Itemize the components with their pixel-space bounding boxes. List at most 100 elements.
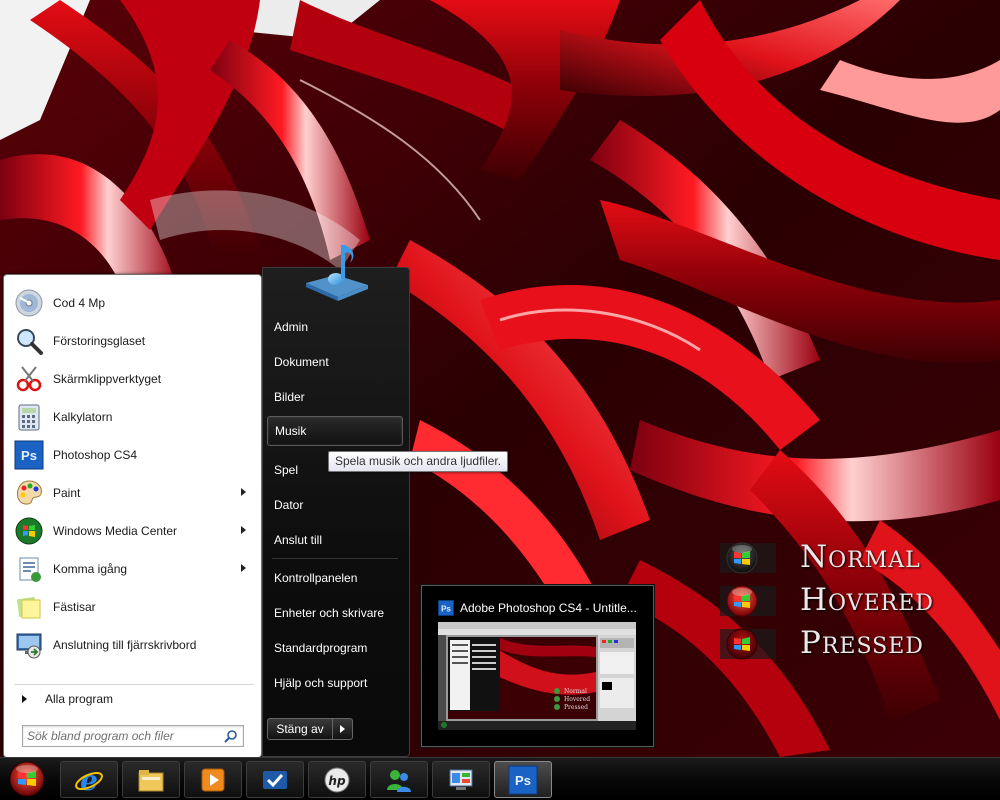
places-item-music[interactable]: Musik: [267, 416, 403, 446]
program-item-cod4mp[interactable]: Cod 4 Mp: [10, 285, 256, 321]
orb-legend-pressed: Pressed: [718, 623, 924, 663]
program-label: Photoshop CS4: [53, 448, 138, 462]
places-item-pictures[interactable]: Bilder: [267, 382, 403, 412]
thumbnail-title: Ps Adobe Photoshop CS4 - Untitle...: [438, 600, 637, 616]
internet-explorer-icon: e: [75, 765, 103, 795]
hp-icon: hp: [324, 767, 350, 792]
photoshop-icon: Ps: [508, 765, 538, 794]
svg-text:hp: hp: [328, 774, 346, 788]
preview-legend-normal: Normal: [564, 688, 587, 695]
taskbar-button-photoshop[interactable]: Ps: [494, 761, 552, 798]
places-item-computer[interactable]: Dator: [267, 490, 403, 520]
media-center-icon: [13, 515, 45, 547]
svg-text:Ps: Ps: [441, 605, 451, 614]
checkmark-app-icon: [263, 770, 287, 789]
program-item-snipping-tool[interactable]: Skärmklippverktyget: [10, 361, 256, 397]
program-item-sticky-notes[interactable]: Fästisar: [10, 589, 256, 625]
svg-text:e: e: [80, 765, 98, 795]
shutdown-label: Stäng av: [276, 722, 324, 736]
start-orb-button[interactable]: [4, 758, 52, 800]
taskbar-button-explorer[interactable]: [122, 761, 180, 798]
preview-legend-hovered: Hovered: [564, 696, 590, 703]
shutdown-group: Stäng av: [267, 718, 353, 740]
program-item-paint[interactable]: Paint: [10, 475, 256, 511]
program-label: Komma igång: [53, 562, 128, 576]
places-item-documents[interactable]: Dokument: [267, 347, 403, 377]
program-item-photoshop[interactable]: Ps Photoshop CS4: [10, 437, 256, 473]
taskbar-button-checkmark-app[interactable]: [246, 761, 304, 798]
taskbar: e hp Ps: [0, 757, 1000, 800]
tooltip: Spela musik och andra ljudfiler.: [328, 451, 509, 472]
legend-label-pressed: Pressed: [800, 625, 924, 661]
arrow-right-icon: [22, 695, 27, 703]
media-player-icon: [201, 768, 225, 791]
divider: [14, 684, 254, 685]
places-item-devices-printers[interactable]: Enheter och skrivare: [267, 598, 403, 628]
orb-legend-hovered: Hovered: [718, 580, 934, 620]
taskbar-button-internet-explorer[interactable]: e: [60, 761, 118, 798]
remote-desktop-icon: [13, 629, 45, 661]
program-label: Cod 4 Mp: [53, 296, 106, 310]
calculator-icon: [13, 401, 45, 433]
svg-text:Ps: Ps: [21, 448, 37, 463]
places-item-help-support[interactable]: Hjälp och support: [267, 668, 403, 698]
program-label: Anslutning till fjärrskrivbord: [53, 638, 197, 652]
windows-orb-hovered-icon: [720, 585, 776, 617]
program-label: Windows Media Center: [53, 524, 178, 538]
places-label: Kontrollpanelen: [274, 571, 358, 585]
shutdown-options-button[interactable]: [333, 718, 353, 740]
search-input[interactable]: [27, 728, 217, 744]
program-item-calculator[interactable]: Kalkylatorn: [10, 399, 256, 435]
places-label: Standardprogram: [274, 641, 368, 655]
submenu-arrow-icon: [241, 526, 246, 534]
windows-orb-pressed-icon: [720, 628, 776, 660]
start-menu-programs-pane: Cod 4 Mp Förstoringsglaset Skärmklippver…: [3, 274, 262, 758]
program-item-remote-desktop[interactable]: Anslutning till fjärrskrivbord: [10, 627, 256, 663]
shutdown-button[interactable]: Stäng av: [267, 718, 333, 740]
program-label: Kalkylatorn: [53, 410, 113, 424]
sticky-notes-icon: [13, 591, 45, 623]
scissors-icon: [13, 363, 45, 395]
taskbar-button-messenger[interactable]: [370, 761, 428, 798]
places-label: Dator: [274, 498, 304, 512]
paint-palette-icon: [13, 477, 45, 509]
program-item-magnifier[interactable]: Förstoringsglaset: [10, 323, 256, 359]
places-label: Spel: [274, 463, 299, 477]
program-label: Skärmklippverktyget: [53, 372, 162, 386]
magnifier-icon: [13, 325, 45, 357]
divider: [272, 558, 398, 559]
program-item-media-center[interactable]: Windows Media Center: [10, 513, 256, 549]
photoshop-icon: Ps: [438, 600, 454, 616]
taskbar-button-control-panel[interactable]: [432, 761, 490, 798]
submenu-arrow-icon: [241, 488, 246, 496]
taskbar-button-media-player[interactable]: [184, 761, 242, 798]
places-item-admin[interactable]: Admin: [267, 312, 403, 342]
taskbar-thumbnail-preview[interactable]: Ps Adobe Photoshop CS4 - Untitle... Norm…: [421, 585, 654, 747]
places-item-control-panel[interactable]: Kontrollpanelen: [267, 563, 403, 593]
taskbar-button-hp[interactable]: hp: [308, 761, 366, 798]
photoshop-icon: Ps: [13, 439, 45, 471]
places-label: Musik: [275, 424, 307, 438]
file-explorer-icon: [138, 769, 164, 791]
all-programs-label: Alla program: [45, 692, 114, 706]
search-icon[interactable]: [224, 729, 238, 743]
thumbnail-title-text: Adobe Photoshop CS4 - Untitle...: [460, 601, 637, 615]
places-label: Hjälp och support: [274, 676, 368, 690]
places-label: Dokument: [274, 355, 329, 369]
search-box[interactable]: [22, 725, 244, 747]
disc-icon: [13, 287, 45, 319]
program-item-getting-started[interactable]: Komma igång: [10, 551, 256, 587]
places-item-default-programs[interactable]: Standardprogram: [267, 633, 403, 663]
places-label: Anslut till: [274, 533, 323, 547]
messenger-icon: [387, 769, 411, 792]
legend-label-hovered: Hovered: [800, 582, 934, 618]
program-label: Fästisar: [53, 600, 96, 614]
thumbnail-image: Normal Hovered Pressed: [438, 622, 636, 730]
windows-orb-icon: [720, 542, 776, 574]
preview-legend-pressed: Pressed: [564, 704, 588, 711]
all-programs-button[interactable]: Alla program: [10, 688, 256, 710]
places-item-connect-to[interactable]: Anslut till: [267, 525, 403, 555]
orb-legend-normal: Normal: [718, 537, 921, 577]
program-label: Paint: [53, 486, 81, 500]
places-label: Admin: [274, 320, 309, 334]
